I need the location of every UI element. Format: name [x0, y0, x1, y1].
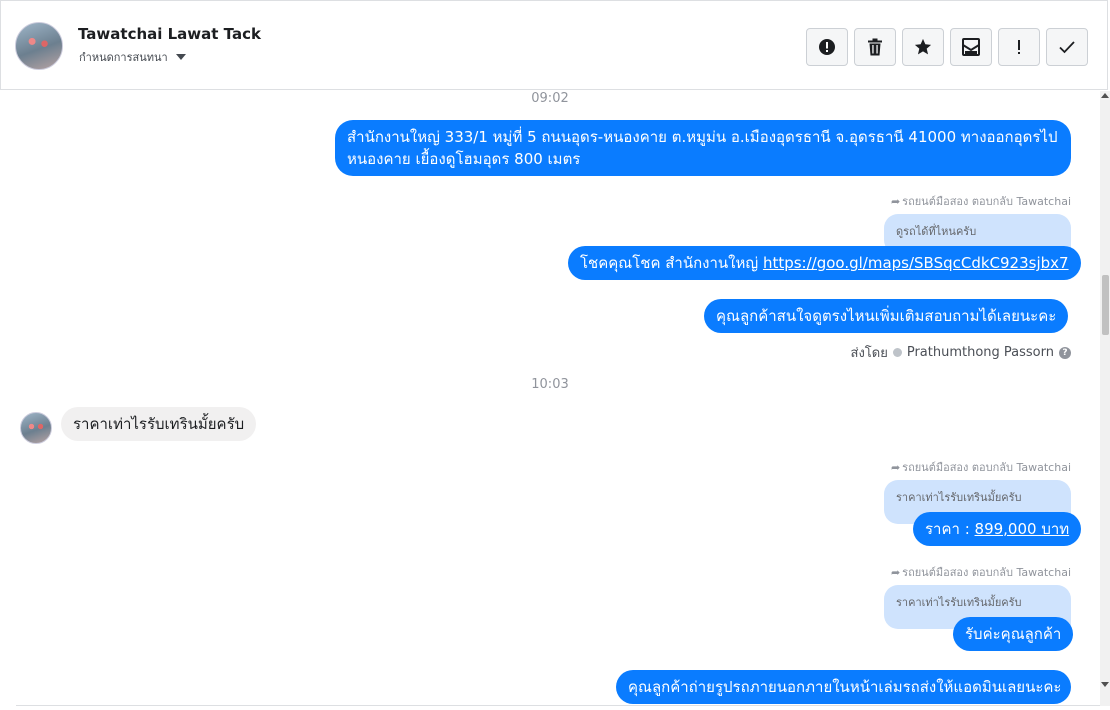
- mark-done-button[interactable]: [1046, 28, 1088, 66]
- verified-dot-icon: [892, 348, 902, 357]
- sender-avatar[interactable]: [20, 412, 52, 444]
- scroll-down-arrow-icon[interactable]: [1101, 682, 1109, 687]
- timestamp: 09:02: [531, 91, 569, 106]
- assign-conversation-label: กำหนดการสนทนา: [79, 51, 168, 64]
- timestamp: 10:03: [531, 377, 569, 392]
- price-link[interactable]: 899,000 บาท: [975, 520, 1070, 538]
- mark-unread-icon: [962, 38, 980, 56]
- incoming-message[interactable]: ราคาเท่าไรรับเทรินมั้ยครับ: [61, 407, 257, 441]
- sent-by: ส่งโดย Prathumthong Passorn ?: [851, 342, 1071, 363]
- outgoing-message[interactable]: รับค่ะคุณลูกค้า: [953, 617, 1074, 651]
- caret-down-icon: [175, 54, 186, 60]
- reply-arrow-icon: ➦: [890, 565, 901, 579]
- outgoing-message[interactable]: สำนักงานใหญ่ 333/1 หมู่ที่ 5 ถนนอุดร-หนอ…: [335, 120, 1071, 176]
- reply-meta: ➦ รถยนต์มือสอง ตอบกลับ Tawatchai: [891, 563, 1071, 581]
- exclamation-icon: [1018, 40, 1020, 54]
- message-text: ราคา :: [925, 520, 975, 538]
- assign-conversation-dropdown[interactable]: กำหนดการสนทนา: [79, 48, 186, 66]
- outgoing-message[interactable]: ราคา : 899,000 บาท: [913, 512, 1082, 546]
- reply-meta: ➦ รถยนต์มือสอง ตอบกลับ Tawatchai: [891, 458, 1071, 476]
- reply-arrow-icon: ➦: [890, 194, 901, 208]
- star-icon: [914, 38, 932, 55]
- mark-unread-button[interactable]: [950, 28, 992, 66]
- sent-by-label: ส่งโดย: [850, 346, 888, 361]
- alert-circle-icon: [819, 39, 835, 55]
- delete-button[interactable]: [854, 28, 896, 66]
- map-link[interactable]: https://goo.gl/maps/SBSqcCdkC923sjbx7: [763, 254, 1069, 272]
- reply-meta-text: รถยนต์มือสอง ตอบกลับ Tawatchai: [902, 195, 1071, 208]
- thread-scrollbar[interactable]: [1100, 91, 1110, 706]
- follow-up-button[interactable]: [998, 28, 1040, 66]
- mark-spam-button[interactable]: [806, 28, 848, 66]
- message-text: โชคคุณโชค สำนักงานใหญ่: [580, 254, 763, 272]
- help-icon[interactable]: ?: [1059, 346, 1071, 359]
- outgoing-message[interactable]: โชคคุณโชค สำนักงานใหญ่ https://goo.gl/ma…: [568, 246, 1081, 280]
- outgoing-message[interactable]: คุณลูกค้าสนใจดูตรงไหนเพิ่มเติมสอบถามได้เ…: [704, 299, 1069, 333]
- message-thread[interactable]: 09:02 สำนักงานใหญ่ 333/1 หมู่ที่ 5 ถนนอุ…: [0, 91, 1100, 706]
- scroll-up-arrow-icon[interactable]: [1101, 93, 1109, 98]
- sent-by-name[interactable]: Prathumthong Passorn: [907, 345, 1054, 360]
- contact-name[interactable]: Tawatchai Lawat Tack: [78, 25, 261, 43]
- outgoing-message[interactable]: คุณลูกค้าถ่ายรูปรถภายนอกภายในหน้าเล่มรถส…: [616, 670, 1071, 704]
- conversation-toolbar: [806, 28, 1088, 66]
- reply-meta-text: รถยนต์มือสอง ตอบกลับ Tawatchai: [902, 461, 1071, 474]
- reply-meta-text: รถยนต์มือสอง ตอบกลับ Tawatchai: [902, 566, 1071, 579]
- conversation-header: Tawatchai Lawat Tack กำหนดการสนทนา: [0, 0, 1108, 90]
- reply-meta: ➦ รถยนต์มือสอง ตอบกลับ Tawatchai: [891, 192, 1071, 210]
- composer-edge: [16, 705, 1100, 710]
- reply-arrow-icon: ➦: [890, 460, 901, 474]
- contact-avatar[interactable]: [15, 22, 63, 70]
- check-icon: [1059, 41, 1075, 54]
- scrollbar-thumb[interactable]: [1102, 275, 1109, 335]
- star-button[interactable]: [902, 28, 944, 66]
- trash-icon: [868, 38, 882, 56]
